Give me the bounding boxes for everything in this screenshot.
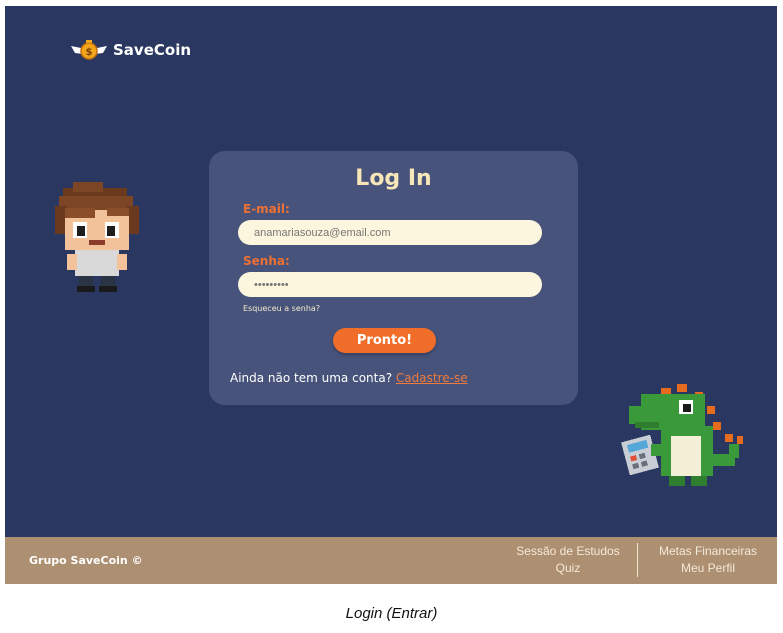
forgot-password-link[interactable]: Esqueceu a senha? [243,304,320,313]
app-window: $ SaveCoin Log In E-mail: anamariasouza@… [5,6,777,584]
footer-divider [637,543,638,577]
footer-link-quiz[interactable]: Quiz [507,560,629,577]
signup-line: Ainda não tem uma conta? Cadastre-se [230,371,468,385]
signup-link[interactable]: Cadastre-se [396,371,468,385]
login-card: Log In E-mail: Senha: Esqueceu a senha? … [209,151,578,405]
svg-text:$: $ [86,47,93,58]
app-header: $ SaveCoin [69,38,191,62]
brand-name[interactable]: SaveCoin [113,41,191,59]
pixel-boy-illustration [49,180,145,299]
password-field[interactable] [238,272,542,297]
password-label: Senha: [243,254,290,268]
signup-prompt: Ainda não tem uma conta? [230,371,393,385]
login-title: Log In [355,166,432,191]
figure-caption: Login (Entrar) [345,605,438,622]
footer-column-profile: Metas Financeiras Meu Perfil [647,543,769,577]
footer-column-study: Sessão de Estudos Quiz [507,543,629,577]
footer-brand: Grupo SaveCoin © [29,554,143,567]
footer-link-study-session[interactable]: Sessão de Estudos [507,543,629,560]
winged-coin-icon: $ [69,39,109,61]
email-label: E-mail: [243,202,290,216]
submit-button[interactable]: Pronto! [333,328,436,353]
pixel-dino-illustration [621,384,743,495]
footer-link-my-profile[interactable]: Meu Perfil [647,560,769,577]
email-field[interactable] [238,220,542,245]
app-footer: Grupo SaveCoin © Sessão de Estudos Quiz … [5,537,777,584]
footer-link-financial-goals[interactable]: Metas Financeiras [647,543,769,560]
